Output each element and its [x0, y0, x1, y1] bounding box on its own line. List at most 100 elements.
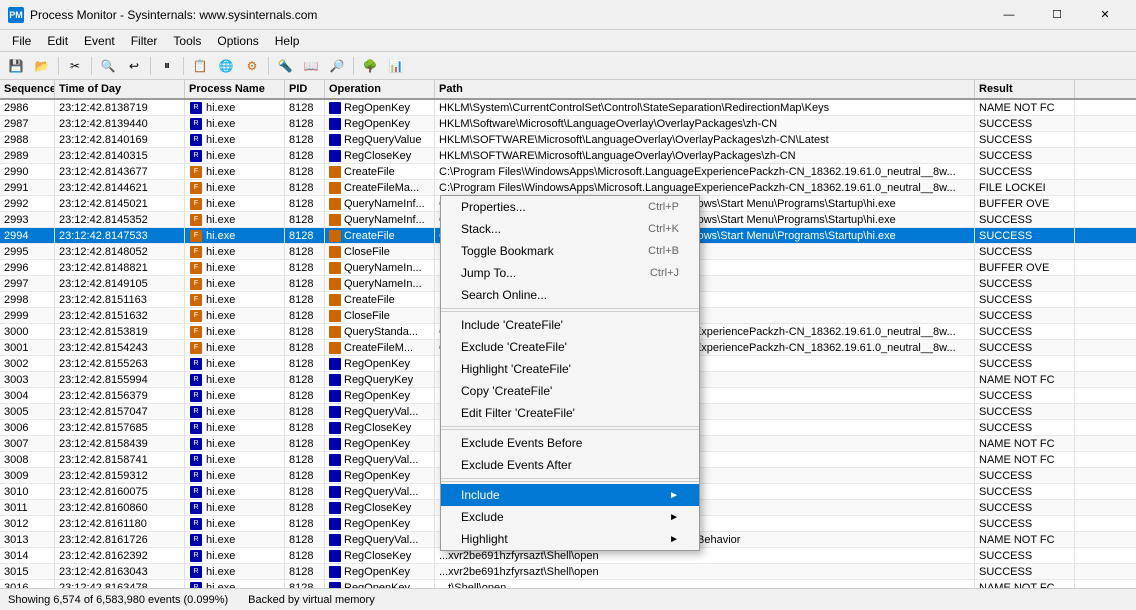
- ctx-item-properties-[interactable]: Properties...Ctrl+P: [441, 196, 699, 218]
- ctx-item-exclude[interactable]: Exclude►: [441, 506, 699, 528]
- cell-time: 23:12:42.8161180: [55, 516, 185, 531]
- cell-seq: 2994: [0, 228, 55, 243]
- cell-op: RegQueryValue: [325, 132, 435, 147]
- table-row[interactable]: 3016 23:12:42.8163478 R hi.exe 8128 RegO…: [0, 580, 1136, 588]
- proc-icon: R: [189, 357, 203, 371]
- toolbar-autoscroll[interactable]: ↩: [122, 55, 146, 77]
- toolbar-highlight[interactable]: 🔦: [273, 55, 297, 77]
- table-row[interactable]: 3015 23:12:42.8163043 R hi.exe 8128 RegO…: [0, 564, 1136, 580]
- toolbar-tree[interactable]: 🌳: [358, 55, 382, 77]
- cell-time: 23:12:42.8138719: [55, 100, 185, 115]
- cell-pid: 8128: [285, 196, 325, 211]
- ctx-item-jump-to-[interactable]: Jump To...Ctrl+J: [441, 262, 699, 284]
- toolbar-clear[interactable]: ✂: [63, 55, 87, 77]
- proc-icon: R: [189, 149, 203, 163]
- cell-pid: 8128: [285, 276, 325, 291]
- cell-op: CreateFile: [325, 164, 435, 179]
- ctx-item-exclude-events-before[interactable]: Exclude Events Before: [441, 432, 699, 454]
- cell-result: NAME NOT FC: [975, 372, 1075, 387]
- cell-result: SUCCESS: [975, 228, 1075, 243]
- cell-time: 23:12:42.8160860: [55, 500, 185, 515]
- cell-pid: 8128: [285, 372, 325, 387]
- cell-result: SUCCESS: [975, 484, 1075, 499]
- column-headers: Sequence Time of Day Process Name PID Op…: [0, 80, 1136, 100]
- toolbar-filter[interactable]: 🔍: [96, 55, 120, 77]
- proc-icon: R: [189, 501, 203, 515]
- cell-op: CreateFile: [325, 228, 435, 243]
- col-header-operation[interactable]: Operation: [325, 80, 435, 98]
- toolbar-save[interactable]: 💾: [4, 55, 28, 77]
- ctx-item-toggle-bookmark[interactable]: Toggle BookmarkCtrl+B: [441, 240, 699, 262]
- table-row[interactable]: 2987 23:12:42.8139440 R hi.exe 8128 RegO…: [0, 116, 1136, 132]
- cell-time: 23:12:42.8147533: [55, 228, 185, 243]
- cell-proc: R hi.exe: [185, 516, 285, 531]
- col-header-result[interactable]: Result: [975, 80, 1075, 98]
- ctx-item-exclude-createfile-[interactable]: Exclude 'CreateFile': [441, 336, 699, 358]
- cell-proc: R hi.exe: [185, 388, 285, 403]
- maximize-button[interactable]: ☐: [1034, 0, 1080, 30]
- menu-event[interactable]: Event: [76, 32, 123, 50]
- menu-filter[interactable]: Filter: [123, 32, 166, 50]
- cell-result: SUCCESS: [975, 468, 1075, 483]
- cell-proc: R hi.exe: [185, 580, 285, 588]
- table-row[interactable]: 2991 23:12:42.8144621 F hi.exe 8128 Crea…: [0, 180, 1136, 196]
- col-header-time[interactable]: Time of Day: [55, 80, 185, 98]
- cell-pid: 8128: [285, 580, 325, 588]
- cell-time: 23:12:42.8143677: [55, 164, 185, 179]
- toolbar-open[interactable]: 📂: [30, 55, 54, 77]
- ctx-item-edit-filter-createfile-[interactable]: Edit Filter 'CreateFile': [441, 402, 699, 427]
- table-row[interactable]: 2988 23:12:42.8140169 R hi.exe 8128 RegQ…: [0, 132, 1136, 148]
- ctx-item-include-createfile-[interactable]: Include 'CreateFile': [441, 314, 699, 336]
- cell-op: RegOpenKey: [325, 436, 435, 451]
- toolbar-reg[interactable]: 📋: [188, 55, 212, 77]
- table-row[interactable]: 2990 23:12:42.8143677 F hi.exe 8128 Crea…: [0, 164, 1136, 180]
- cell-pid: 8128: [285, 212, 325, 227]
- col-header-process[interactable]: Process Name: [185, 80, 285, 98]
- col-header-sequence[interactable]: Sequence: [0, 80, 55, 98]
- toolbar-pause[interactable]: ⏸: [155, 55, 179, 77]
- col-header-path[interactable]: Path: [435, 80, 975, 98]
- cell-seq: 2991: [0, 180, 55, 195]
- cell-pid: 8128: [285, 452, 325, 467]
- cell-proc: F hi.exe: [185, 180, 285, 195]
- cell-proc: F hi.exe: [185, 196, 285, 211]
- cell-path: ...t\Shell\open: [435, 580, 975, 588]
- status-backing: Backed by virtual memory: [248, 594, 375, 606]
- cell-time: 23:12:42.8155263: [55, 356, 185, 371]
- op-icon: [329, 294, 341, 306]
- cell-seq: 3008: [0, 452, 55, 467]
- toolbar-find[interactable]: 🔎: [325, 55, 349, 77]
- ctx-item-copy-createfile-[interactable]: Copy 'CreateFile': [441, 380, 699, 402]
- ctx-item-exclude-events-after[interactable]: Exclude Events After: [441, 454, 699, 479]
- ctx-label: Stack...: [461, 222, 501, 236]
- toolbar-net[interactable]: 🌐: [214, 55, 238, 77]
- ctx-item-stack-[interactable]: Stack...Ctrl+K: [441, 218, 699, 240]
- cell-pid: 8128: [285, 228, 325, 243]
- cell-pid: 8128: [285, 420, 325, 435]
- ctx-item-include[interactable]: Include►: [441, 484, 699, 506]
- ctx-item-highlight-createfile-[interactable]: Highlight 'CreateFile': [441, 358, 699, 380]
- menu-tools[interactable]: Tools: [165, 32, 209, 50]
- toolbar-sep-4: [183, 57, 184, 75]
- toolbar-process[interactable]: ⚙: [240, 55, 264, 77]
- menu-file[interactable]: File: [4, 32, 39, 50]
- proc-icon: R: [189, 485, 203, 499]
- ctx-item-search-online-[interactable]: Search Online...: [441, 284, 699, 309]
- cell-result: SUCCESS: [975, 276, 1075, 291]
- minimize-button[interactable]: —: [986, 0, 1032, 30]
- op-icon: [329, 118, 341, 130]
- toolbar-book[interactable]: 📖: [299, 55, 323, 77]
- menu-help[interactable]: Help: [267, 32, 308, 50]
- table-row[interactable]: 2986 23:12:42.8138719 R hi.exe 8128 RegO…: [0, 100, 1136, 116]
- cell-seq: 3006: [0, 420, 55, 435]
- menu-edit[interactable]: Edit: [39, 32, 76, 50]
- toolbar-profile[interactable]: 📊: [384, 55, 408, 77]
- ctx-item-highlight[interactable]: Highlight►: [441, 528, 699, 550]
- col-header-pid[interactable]: PID: [285, 80, 325, 98]
- cell-result: SUCCESS: [975, 388, 1075, 403]
- close-button[interactable]: ✕: [1082, 0, 1128, 30]
- cell-seq: 3005: [0, 404, 55, 419]
- window-title: Process Monitor - Sysinternals: www.sysi…: [30, 8, 986, 22]
- menu-options[interactable]: Options: [209, 32, 266, 50]
- table-row[interactable]: 2989 23:12:42.8140315 R hi.exe 8128 RegC…: [0, 148, 1136, 164]
